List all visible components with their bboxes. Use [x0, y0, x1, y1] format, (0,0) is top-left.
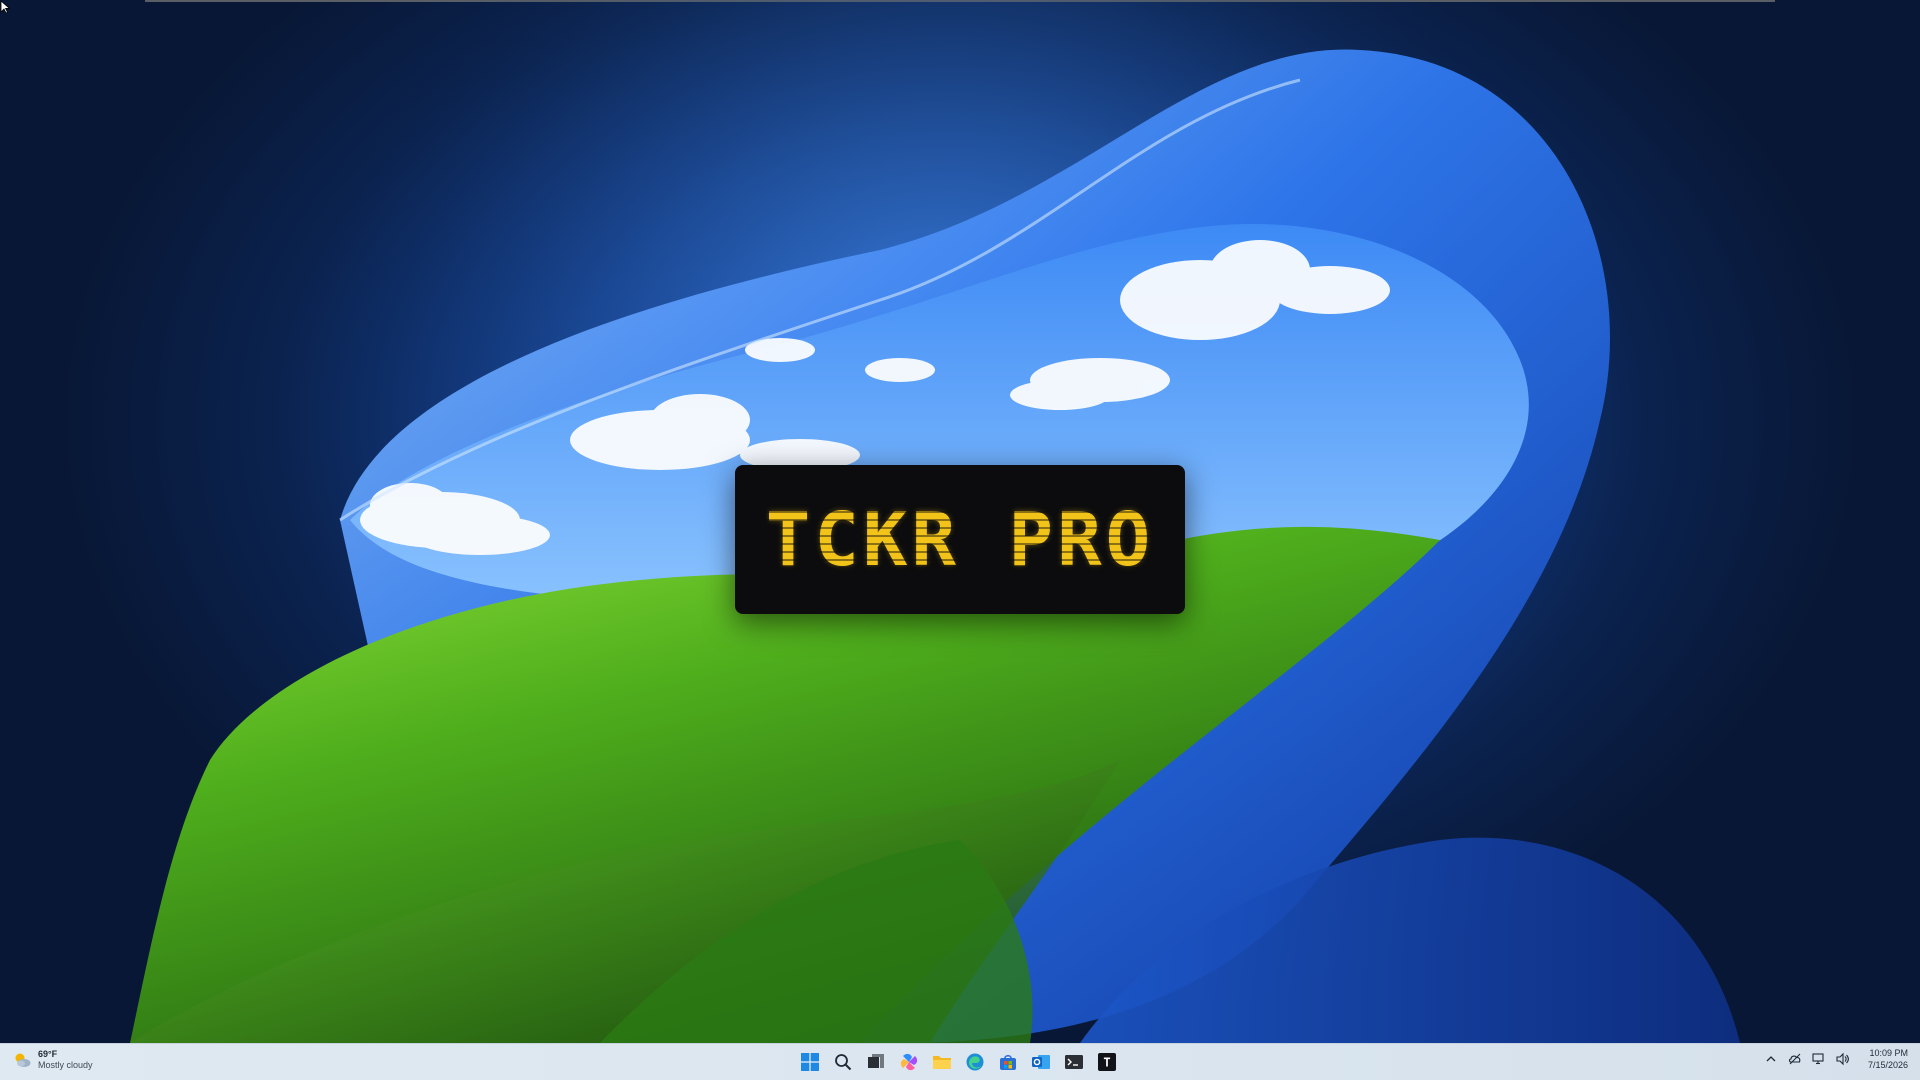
clock-time: 10:09 PM — [1869, 1048, 1908, 1058]
tray-location-button[interactable] — [1788, 1052, 1802, 1066]
partly-cloudy-icon — [15, 1053, 31, 1067]
weather-condition: Mostly cloudy — [38, 1060, 93, 1070]
copilot-button[interactable] — [896, 1048, 922, 1076]
taskbar-apps: T — [797, 1048, 1120, 1076]
mouse-cursor-icon — [0, 0, 10, 14]
desktop: TCKR PRO — [0, 0, 1920, 1043]
outlook-button[interactable] — [1028, 1048, 1054, 1076]
tckr-app-icon: T — [1098, 1053, 1116, 1071]
edge-button[interactable] — [962, 1048, 988, 1076]
store-button[interactable] — [995, 1048, 1021, 1076]
taskbar: 69°F Mostly cloudy T 10:09 PM 7/15/2026 — [0, 1043, 1920, 1080]
outlook-icon — [1032, 1055, 1050, 1069]
folder-icon — [933, 1056, 951, 1069]
weather-temperature: 69°F — [38, 1049, 58, 1059]
weather-widget[interactable]: 69°F Mostly cloudy — [12, 1049, 93, 1071]
store-icon — [1000, 1055, 1016, 1070]
task-view-icon — [868, 1054, 884, 1068]
search-icon — [835, 1054, 852, 1071]
task-view-button[interactable] — [863, 1048, 889, 1076]
chevron-up-icon — [1766, 1056, 1776, 1062]
start-button[interactable] — [797, 1048, 823, 1076]
search-button[interactable] — [830, 1048, 856, 1076]
splash-title: TCKR PRO — [765, 496, 1155, 583]
speaker-icon — [1836, 1052, 1849, 1066]
network-button[interactable] — [1812, 1052, 1826, 1066]
edge-icon — [966, 1053, 984, 1071]
terminal-button[interactable] — [1061, 1048, 1087, 1076]
taskbar-clock[interactable]: 10:09 PM 7/15/2026 — [1868, 1047, 1908, 1071]
volume-button[interactable] — [1836, 1052, 1850, 1066]
show-hidden-icons-button[interactable] — [1764, 1052, 1778, 1066]
tckr-app-button[interactable]: T — [1094, 1048, 1120, 1076]
copilot-icon — [900, 1053, 918, 1071]
tckr-app-icon-label: T — [1103, 1056, 1110, 1070]
tckr-splash-window[interactable]: TCKR PRO — [735, 465, 1185, 614]
windows-logo-icon — [801, 1053, 819, 1071]
terminal-icon — [1065, 1055, 1083, 1069]
clock-date: 7/15/2026 — [1867, 1060, 1908, 1070]
network-monitor-icon — [1812, 1053, 1824, 1065]
file-explorer-button[interactable] — [929, 1048, 955, 1076]
system-tray: 10:09 PM 7/15/2026 — [1764, 1047, 1908, 1071]
cloud-off-icon — [1788, 1053, 1801, 1065]
